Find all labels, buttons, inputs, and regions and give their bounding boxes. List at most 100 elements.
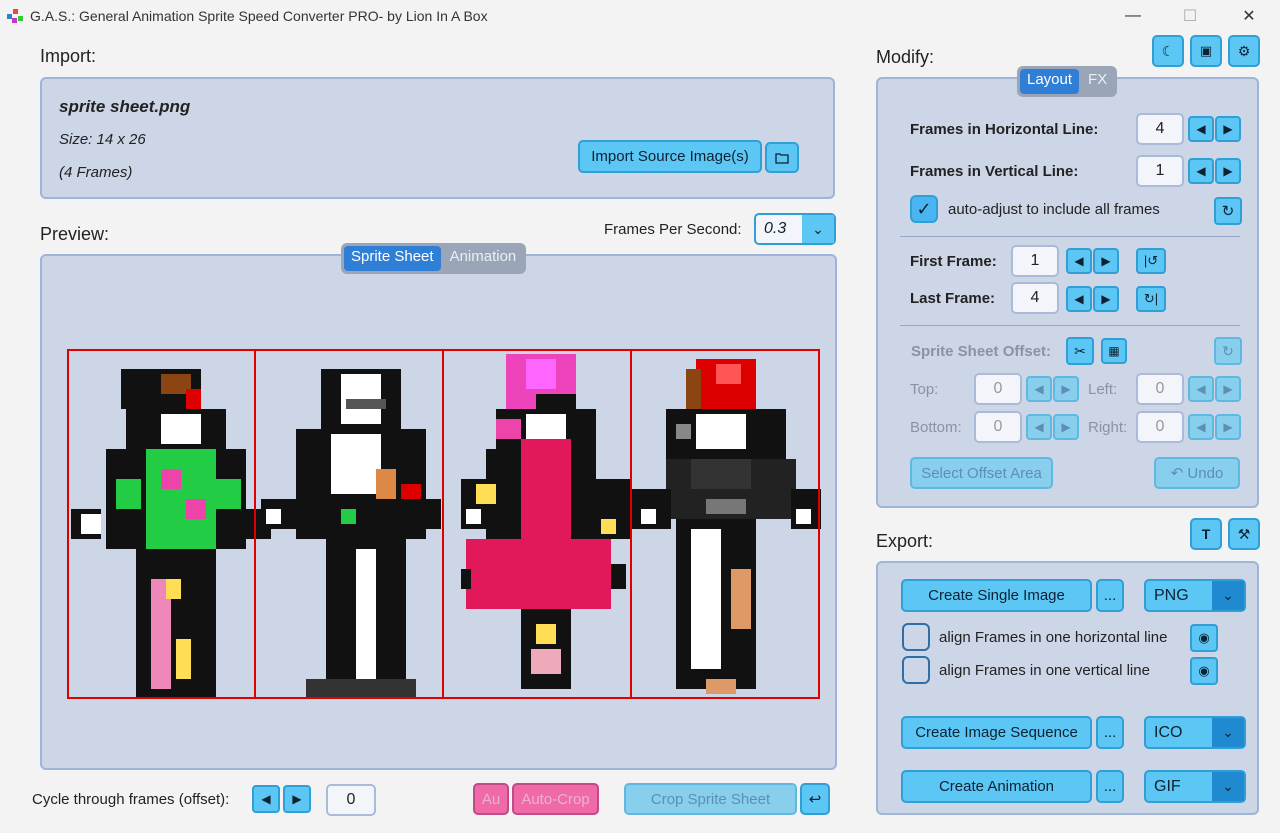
last-inc-button[interactable]: ▶: [1093, 286, 1119, 312]
maximize-button[interactable]: ☐: [1167, 0, 1213, 32]
refresh-button[interactable]: ↻: [1214, 197, 1242, 225]
animation-options-button[interactable]: ...: [1096, 770, 1124, 803]
bottom-dec-button[interactable]: ◀: [1026, 414, 1052, 440]
triangle-left-icon: ◀: [1196, 122, 1206, 136]
align-vertical-checkbox[interactable]: [902, 656, 930, 684]
checkmark-icon: ✓: [916, 198, 932, 219]
align-vertical-label: align Frames in one vertical line: [939, 662, 1150, 679]
create-animation-button[interactable]: Create Animation: [901, 770, 1092, 803]
triangle-right-icon: ▶: [1223, 420, 1233, 434]
top-inc-button[interactable]: ▶: [1053, 376, 1079, 402]
horiz-frames-input[interactable]: 4: [1136, 113, 1184, 145]
preview-vertical-button[interactable]: ◉: [1190, 657, 1218, 685]
left-label: Left:: [1088, 381, 1118, 398]
cycle-prev-button[interactable]: ◀: [252, 785, 280, 813]
left-input[interactable]: 0: [1136, 373, 1184, 405]
preview-tabs: Sprite Sheet Animation: [341, 243, 527, 274]
align-horizontal-label: align Frames in one horizontal line: [939, 629, 1168, 646]
text-button[interactable]: T: [1190, 518, 1222, 550]
cycle-offset-input[interactable]: 0: [326, 784, 376, 816]
text-icon: T: [1201, 526, 1211, 542]
align-horizontal-checkbox[interactable]: [902, 623, 930, 651]
tool-button[interactable]: ⚒: [1228, 518, 1260, 550]
cycle-next-button[interactable]: ▶: [283, 785, 311, 813]
right-input[interactable]: 0: [1136, 411, 1184, 443]
sprite-frame-1: [71, 369, 271, 699]
vert-dec-button[interactable]: ◀: [1188, 158, 1214, 184]
animation-format-select[interactable]: GIF ⌄: [1144, 770, 1246, 803]
offset-refresh-button[interactable]: ↻: [1214, 337, 1242, 365]
bottom-inc-button[interactable]: ▶: [1053, 414, 1079, 440]
right-dec-button[interactable]: ◀: [1188, 414, 1214, 440]
first-frame-input[interactable]: 1: [1011, 245, 1059, 277]
tab-animation[interactable]: Animation: [443, 246, 524, 271]
first-frame-label: First Frame:: [910, 253, 997, 270]
sprite-frame-2: [261, 369, 441, 699]
vert-frames-input[interactable]: 1: [1136, 155, 1184, 187]
chevron-down-icon: ⌄: [1212, 581, 1244, 610]
top-label: Top:: [910, 381, 939, 398]
auto-crop-button[interactable]: Auto-Crop: [512, 783, 599, 815]
import-panel: sprite sheet.png Size: 14 x 26 (4 Frames…: [40, 77, 835, 199]
first-dec-button[interactable]: ◀: [1066, 248, 1092, 274]
import-source-button[interactable]: Import Source Image(s): [578, 140, 762, 173]
settings-button[interactable]: ⚙: [1228, 35, 1260, 67]
tab-layout[interactable]: Layout: [1020, 69, 1080, 94]
grid-button[interactable]: ▦: [1101, 338, 1127, 364]
theme-button[interactable]: ☾: [1152, 35, 1184, 67]
vert-inc-button[interactable]: ▶: [1215, 158, 1241, 184]
return-icon: ↩: [808, 791, 822, 808]
left-dec-button[interactable]: ◀: [1188, 376, 1214, 402]
single-options-button[interactable]: ...: [1096, 579, 1124, 612]
create-image-sequence-button[interactable]: Create Image Sequence: [901, 716, 1092, 749]
sprite-sheet-canvas[interactable]: [66, 349, 821, 700]
divider: [900, 325, 1240, 326]
gift-button[interactable]: ▣: [1190, 35, 1222, 67]
title-bar: G.A.S.: General Animation Sprite Speed C…: [0, 0, 1280, 32]
cycle-label: Cycle through frames (offset):: [32, 791, 230, 808]
folder-button[interactable]: [765, 142, 799, 173]
crop-sprite-sheet-button[interactable]: Crop Sprite Sheet: [624, 783, 797, 815]
frame-count: (4 Frames): [59, 164, 133, 181]
triangle-left-icon: ◀: [1196, 164, 1206, 178]
au-button[interactable]: Au: [473, 783, 509, 815]
first-inc-button[interactable]: ▶: [1093, 248, 1119, 274]
sequence-format-select[interactable]: ICO ⌄: [1144, 716, 1246, 749]
offset-label: Sprite Sheet Offset:: [911, 343, 1052, 360]
top-input[interactable]: 0: [974, 373, 1022, 405]
grid-icon: ▦: [1108, 344, 1120, 358]
horiz-inc-button[interactable]: ▶: [1215, 116, 1241, 142]
single-format-select[interactable]: PNG ⌄: [1144, 579, 1246, 612]
tab-fx[interactable]: FX: [1081, 69, 1114, 94]
close-button[interactable]: ✕: [1226, 0, 1272, 32]
preview-horizontal-button[interactable]: ◉: [1190, 624, 1218, 652]
folder-icon: [775, 152, 789, 164]
select-offset-area-button[interactable]: Select Offset Area: [910, 457, 1053, 489]
sprite-frame-4: [631, 359, 821, 694]
top-dec-button[interactable]: ◀: [1026, 376, 1052, 402]
sequence-format-value: ICO: [1154, 723, 1183, 741]
fps-select[interactable]: 0.3 ⌄: [754, 213, 836, 245]
minimize-button[interactable]: —: [1110, 0, 1156, 32]
reset-first-button[interactable]: |↺: [1136, 248, 1166, 274]
triangle-right-icon: ▶: [1223, 382, 1233, 396]
create-single-image-button[interactable]: Create Single Image: [901, 579, 1092, 612]
eye-icon: ◉: [1198, 663, 1210, 678]
vert-label: Frames in Vertical Line:: [910, 163, 1079, 180]
sequence-options-button[interactable]: ...: [1096, 716, 1124, 749]
horiz-label: Frames in Horizontal Line:: [910, 121, 1099, 138]
horiz-dec-button[interactable]: ◀: [1188, 116, 1214, 142]
right-inc-button[interactable]: ▶: [1215, 414, 1241, 440]
last-dec-button[interactable]: ◀: [1066, 286, 1092, 312]
undo-button[interactable]: ↶ Undo: [1154, 457, 1240, 489]
return-button[interactable]: ↩: [800, 783, 830, 815]
tab-sprite-sheet[interactable]: Sprite Sheet: [344, 246, 441, 271]
reset-last-button[interactable]: ↻|: [1136, 286, 1166, 312]
bottom-input[interactable]: 0: [974, 411, 1022, 443]
left-inc-button[interactable]: ▶: [1215, 376, 1241, 402]
last-frame-input[interactable]: 4: [1011, 282, 1059, 314]
scissors-button[interactable]: ✂: [1066, 337, 1094, 365]
wrench-icon: ⚒: [1237, 525, 1251, 542]
auto-adjust-label: auto-adjust to include all frames: [948, 201, 1160, 218]
auto-adjust-checkbox[interactable]: ✓: [910, 195, 938, 223]
